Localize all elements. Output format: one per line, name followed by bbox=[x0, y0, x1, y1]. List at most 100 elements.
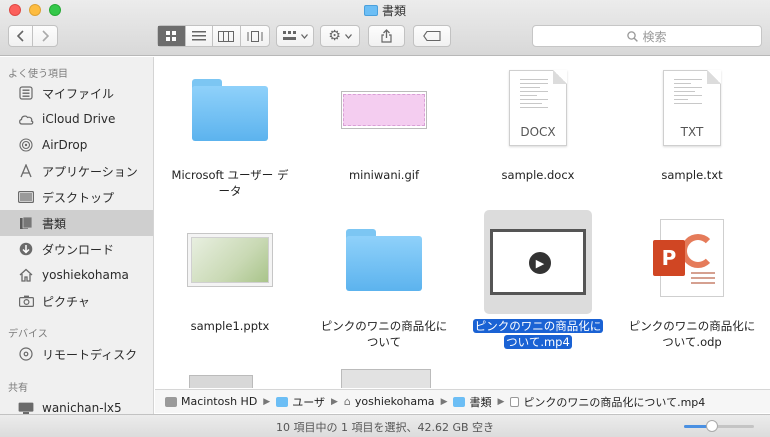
chevron-left-icon bbox=[16, 30, 24, 42]
search-icon bbox=[627, 30, 639, 42]
icon-view-button[interactable] bbox=[158, 26, 186, 46]
file-name: sample.txt bbox=[661, 168, 723, 182]
file-name: sample.docx bbox=[501, 168, 575, 182]
gear-icon: ⚙ bbox=[328, 28, 341, 44]
sidebar-item-desktop[interactable]: デスクトップ bbox=[0, 184, 153, 210]
folder-icon bbox=[453, 396, 466, 407]
gif-thumbnail-icon bbox=[341, 67, 427, 153]
chevron-down-icon bbox=[300, 33, 308, 39]
status-text: 10 項目中の 1 項目を選択、42.62 GB 空き bbox=[275, 421, 495, 434]
list-view-button[interactable] bbox=[186, 26, 214, 46]
cover-flow-icon bbox=[247, 30, 263, 42]
window-title: 書類 bbox=[381, 4, 406, 18]
icon-view-icon bbox=[166, 31, 177, 41]
sidebar-item-label: ピクチャ bbox=[42, 294, 90, 309]
folder-icon bbox=[276, 396, 289, 407]
sidebar-item-downloads[interactable]: ダウンロード bbox=[0, 236, 153, 262]
sidebar-item-label: リモートディスク bbox=[42, 347, 138, 362]
path-separator-icon: ▶ bbox=[331, 396, 338, 407]
sidebar-item-label: wanichan-lx5 bbox=[42, 401, 122, 415]
txt-document-icon: TXT bbox=[649, 65, 735, 151]
documents-folder-icon bbox=[363, 5, 378, 16]
presentation-document-icon: P bbox=[649, 215, 735, 301]
home-icon bbox=[17, 266, 35, 284]
status-bar: 10 項目中の 1 項目を選択、42.62 GB 空き bbox=[0, 414, 770, 437]
sidebar-item-documents[interactable]: 書類 bbox=[0, 210, 153, 236]
sidebar-section-devices: デバイス bbox=[8, 329, 48, 340]
hard-disk-icon bbox=[165, 396, 177, 407]
icon-size-slider[interactable] bbox=[684, 420, 754, 432]
sidebar-item-label: アプリケーション bbox=[42, 164, 138, 179]
pptx-thumbnail-icon bbox=[187, 217, 273, 303]
sidebar-item-applications[interactable]: アプリケーション bbox=[0, 158, 153, 184]
file-item-partial[interactable] bbox=[341, 369, 431, 388]
sidebar-section-favorites: よく使う項目 bbox=[8, 69, 68, 80]
path-crumb-disk[interactable]: Macintosh HD bbox=[165, 395, 257, 408]
back-forward-group bbox=[8, 25, 58, 47]
list-view-icon bbox=[191, 31, 206, 41]
documents-icon bbox=[17, 214, 35, 232]
folder-icon bbox=[341, 217, 427, 303]
sidebar-item-pictures[interactable]: ピクチャ bbox=[0, 288, 153, 314]
tag-icon bbox=[423, 31, 441, 41]
all-files-icon bbox=[17, 84, 35, 102]
sidebar-item-label: ダウンロード bbox=[42, 242, 115, 257]
cover-flow-view-button[interactable] bbox=[241, 26, 269, 46]
search-field[interactable]: 検索 bbox=[532, 25, 762, 47]
sidebar-item-icloud-drive[interactable]: iCloud Drive bbox=[0, 106, 153, 132]
column-view-icon bbox=[218, 30, 235, 42]
path-bar: Macintosh HD ▶ ユーザ ▶ ⌂ yoshiekohama ▶ 書類 … bbox=[155, 389, 770, 413]
disc-icon bbox=[17, 345, 35, 363]
file-name: ピンクのワニの商品化に ついて bbox=[320, 319, 448, 349]
airdrop-icon bbox=[17, 136, 35, 154]
window-title-bar-label: 書類 bbox=[0, 2, 770, 19]
file-name: ピンクのワニの商品化に ついて.odp bbox=[628, 319, 756, 349]
sidebar-section-shared: 共有 bbox=[8, 383, 28, 394]
column-view-button[interactable] bbox=[213, 26, 241, 46]
path-separator-icon: ▶ bbox=[497, 396, 505, 407]
tags-button[interactable] bbox=[413, 25, 451, 47]
sidebar-item-label: AirDrop bbox=[42, 138, 88, 152]
path-separator-icon: ▶ bbox=[440, 396, 448, 407]
title-bar: 書類 ⚙ 検索 bbox=[0, 0, 770, 56]
chevron-right-icon bbox=[42, 30, 49, 42]
file-name: Microsoft ユーザー データ bbox=[171, 168, 289, 198]
view-mode-group bbox=[157, 25, 270, 47]
sidebar-item-label: iCloud Drive bbox=[42, 112, 116, 126]
sidebar-item-home[interactable]: yoshiekohama bbox=[0, 262, 153, 288]
path-separator-icon: ▶ bbox=[263, 396, 271, 407]
sidebar-item-label: マイファイル bbox=[42, 86, 115, 101]
file-item-partial[interactable] bbox=[189, 375, 253, 388]
file-name: sample1.pptx bbox=[190, 319, 270, 333]
file-name: miniwani.gif bbox=[348, 168, 420, 182]
sidebar-item-all-files[interactable]: マイファイル bbox=[0, 80, 153, 106]
share-icon bbox=[381, 29, 392, 43]
path-crumb-home[interactable]: ⌂ yoshiekohama bbox=[344, 395, 435, 408]
forward-button[interactable] bbox=[33, 26, 57, 46]
sidebar-item-airdrop[interactable]: AirDrop bbox=[0, 132, 153, 158]
desktop-icon bbox=[17, 188, 35, 206]
sidebar-item-remote-disc[interactable]: リモートディスク bbox=[0, 341, 153, 367]
video-thumbnail-icon: ▶ bbox=[484, 209, 592, 315]
file-grid: Microsoft ユーザー データ miniwani.gif DOCX sam… bbox=[155, 57, 770, 388]
finder-window: 書類 ⚙ 検索 よく使う項目 マイファイル iCloud Drive AirDr… bbox=[0, 0, 770, 437]
path-crumb-documents[interactable]: 書類 bbox=[453, 394, 491, 410]
file-name: ピンクのワニの商品化に ついて.mp4 bbox=[472, 319, 604, 349]
sidebar-item-label: 書類 bbox=[42, 216, 67, 231]
sidebar: よく使う項目 マイファイル iCloud Drive AirDrop アプリケー… bbox=[0, 57, 154, 437]
docx-document-icon: DOCX bbox=[495, 65, 581, 151]
action-button[interactable]: ⚙ bbox=[320, 25, 360, 47]
play-icon: ▶ bbox=[527, 250, 553, 276]
icon-size-slider-knob[interactable] bbox=[706, 420, 718, 432]
path-crumb-users[interactable]: ユーザ bbox=[276, 394, 325, 410]
group-button[interactable] bbox=[276, 25, 314, 47]
group-icon bbox=[282, 31, 296, 40]
camera-icon bbox=[17, 292, 35, 310]
file-icon bbox=[510, 396, 520, 407]
back-button[interactable] bbox=[9, 26, 34, 46]
share-button[interactable] bbox=[368, 25, 405, 47]
applications-icon bbox=[17, 162, 35, 180]
path-crumb-file[interactable]: ピンクのワニの商品化について.mp4 bbox=[510, 394, 705, 410]
cloud-icon bbox=[17, 110, 35, 128]
sidebar-item-label: デスクトップ bbox=[42, 190, 115, 205]
